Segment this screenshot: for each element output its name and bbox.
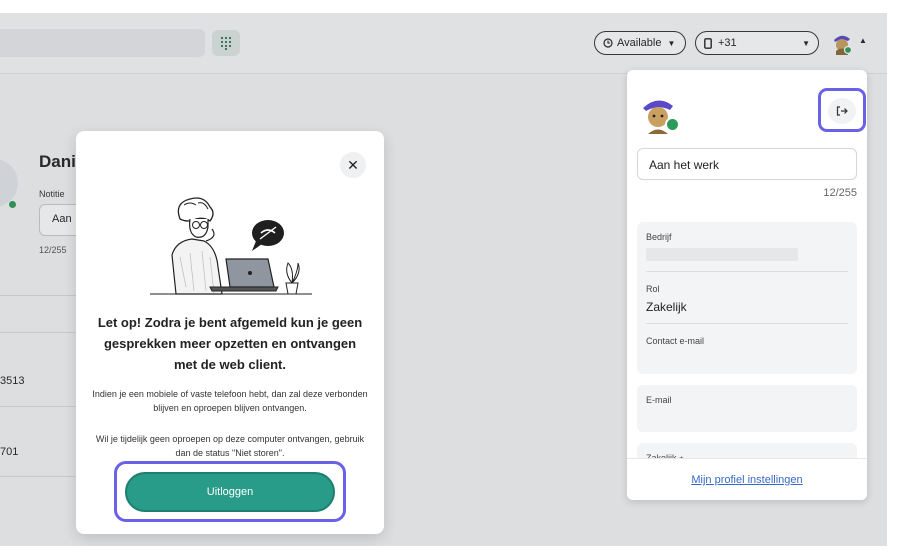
logout-icon-button[interactable] bbox=[828, 98, 856, 124]
email-label: E-mail bbox=[646, 395, 672, 405]
role-value: Zakelijk bbox=[646, 300, 687, 314]
profile-panel: Aan het werk 12/255 Bedrijf Rol Zakelijk… bbox=[627, 70, 867, 500]
company-value-redacted bbox=[646, 248, 798, 261]
modal-paragraph-phone: Indien je een mobiele of vaste telefoon … bbox=[92, 389, 368, 413]
profile-info-card: Bedrijf Rol Zakelijk Contact e-mail bbox=[637, 222, 857, 374]
divider bbox=[646, 271, 848, 272]
divider bbox=[646, 323, 848, 324]
email-card: E-mail bbox=[637, 385, 857, 432]
logout-button[interactable]: Uitloggen bbox=[125, 472, 335, 512]
app-window: Available ▼ +31 ▼ ▲ Dani Notitie Aan 12/… bbox=[0, 13, 887, 546]
panel-footer: Mijn profiel instellingen bbox=[627, 458, 867, 500]
close-button[interactable]: ✕ bbox=[340, 152, 366, 178]
status-message-counter: 12/255 bbox=[823, 187, 857, 199]
company-label: Bedrijf bbox=[646, 232, 672, 242]
modal-paragraph-dnd: Wil je tijdelijk geen oproepen op deze c… bbox=[95, 434, 365, 458]
close-icon: ✕ bbox=[347, 156, 359, 173]
modal-title: Let op! Zodra je bent afgemeld kun je ge… bbox=[97, 315, 363, 372]
contact-email-label: Contact e-mail bbox=[646, 336, 705, 346]
logout-modal: ✕ Let op! Zodra je bent afgemeld kun je … bbox=[76, 131, 384, 534]
logout-icon bbox=[836, 106, 848, 116]
presence-dot bbox=[665, 117, 680, 132]
status-message-input[interactable]: Aan het werk bbox=[637, 148, 857, 180]
profile-settings-link[interactable]: Mijn profiel instellingen bbox=[691, 474, 802, 486]
role-label: Rol bbox=[646, 284, 660, 294]
person-at-laptop-illustration bbox=[150, 197, 312, 295]
